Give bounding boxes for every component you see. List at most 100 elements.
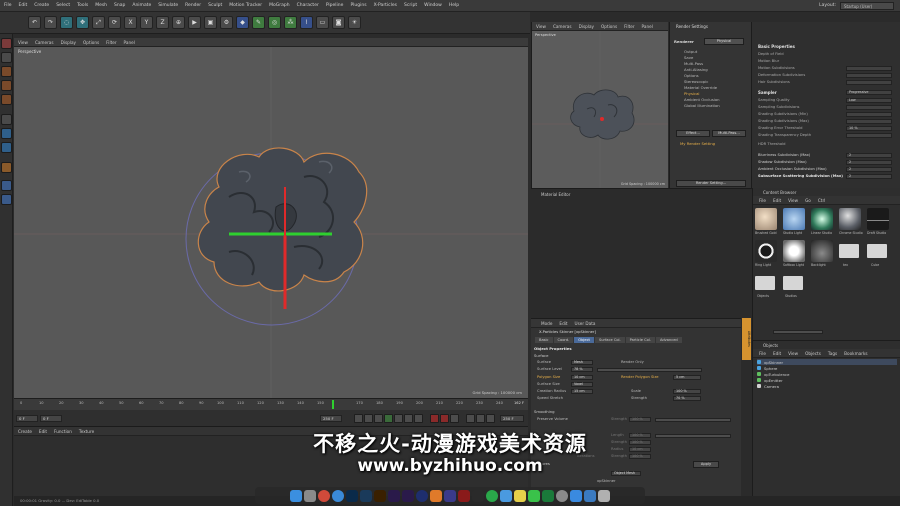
- smoothing-strength2-field[interactable]: 100 %: [629, 440, 651, 445]
- deformer-icon[interactable]: ⌇: [300, 16, 313, 29]
- play-icon[interactable]: [384, 414, 393, 423]
- go-end-icon[interactable]: [414, 414, 423, 423]
- coordinate-icon[interactable]: ⊕: [172, 16, 185, 29]
- smoothing-radius-field[interactable]: 10 cm: [629, 447, 651, 452]
- move-icon[interactable]: ✥: [76, 16, 89, 29]
- redo-icon[interactable]: ↷: [44, 16, 57, 29]
- object-row-xpskinner[interactable]: xpSkinner: [757, 359, 897, 365]
- thumb-ring-light[interactable]: [755, 240, 777, 262]
- app-store-icon[interactable]: [570, 489, 582, 502]
- texture-mode-icon[interactable]: [1, 52, 12, 63]
- array-icon[interactable]: ⁂: [284, 16, 297, 29]
- next-key-icon[interactable]: [404, 414, 413, 423]
- keyframe-selection-icon[interactable]: [450, 414, 459, 423]
- thumbnail-size-slider[interactable]: [773, 330, 823, 334]
- smoothing-strength-slider[interactable]: [655, 418, 731, 422]
- v2-menu-panel[interactable]: Panel: [642, 24, 653, 29]
- tab-basic[interactable]: Basic: [535, 337, 553, 343]
- mm-menu-edit[interactable]: Edit: [39, 429, 47, 434]
- menu-character[interactable]: Character: [297, 3, 319, 8]
- photoshop-icon[interactable]: [346, 489, 358, 502]
- tab-object[interactable]: Object: [574, 337, 594, 343]
- v2-menu-filter[interactable]: Filter: [624, 24, 634, 29]
- thumb-brushed-gold[interactable]: [755, 208, 777, 230]
- polygon-size-field[interactable]: 10 cm: [571, 375, 593, 380]
- folder-studios[interactable]: [783, 276, 803, 290]
- rp-row-field[interactable]: [846, 112, 892, 117]
- mm-menu-create[interactable]: Create: [18, 429, 32, 434]
- menu-simulate[interactable]: Simulate: [158, 3, 178, 8]
- v2-menu-view[interactable]: View: [536, 24, 546, 29]
- menu-file[interactable]: File: [4, 3, 12, 8]
- render-view-icon[interactable]: ▶: [188, 16, 201, 29]
- smoothing-length-field[interactable]: 100 %: [629, 433, 651, 438]
- surface-section[interactable]: Surface: [534, 353, 548, 358]
- menu-window[interactable]: Window: [424, 3, 442, 8]
- timeline-ruler[interactable]: 0 10 20 30 40 50 60 70 80 90 100 110 120…: [14, 399, 528, 410]
- start-frame-field[interactable]: 0 F: [16, 415, 38, 422]
- attr-menu-userdata[interactable]: User Data: [575, 321, 596, 326]
- render-polygon-size-field[interactable]: 5 cm: [673, 375, 701, 380]
- trash-icon[interactable]: [598, 489, 610, 502]
- rs-item-options[interactable]: Options: [684, 73, 699, 78]
- model-mode-icon[interactable]: [1, 38, 12, 49]
- finder2-icon[interactable]: [500, 489, 512, 502]
- scale-icon[interactable]: ⤢: [92, 16, 105, 29]
- tweak-mode-icon[interactable]: [1, 128, 12, 139]
- surface-dropdown[interactable]: Mesh: [571, 360, 593, 365]
- redshift-icon[interactable]: [458, 489, 470, 502]
- z-axis-icon[interactable]: Z: [156, 16, 169, 29]
- menu-plugins[interactable]: Plugins: [350, 3, 366, 8]
- menu-x-particles[interactable]: X-Particles: [374, 3, 397, 8]
- vp-menu-view[interactable]: View: [18, 40, 28, 45]
- points-mode-icon[interactable]: [1, 66, 12, 77]
- rp-row-field[interactable]: 2: [846, 167, 892, 172]
- menu-render[interactable]: Render: [185, 3, 201, 8]
- rs-item-physical[interactable]: Physical: [684, 91, 699, 96]
- blender-icon[interactable]: [430, 489, 442, 502]
- autokey-icon[interactable]: [440, 414, 449, 423]
- workplane-icon[interactable]: [1, 162, 12, 173]
- motion-subdivisions-field[interactable]: [846, 66, 892, 71]
- surface-level-slider[interactable]: [597, 368, 702, 372]
- after-effects-icon[interactable]: [388, 489, 400, 502]
- thumb-chrome-studio[interactable]: [839, 208, 861, 230]
- menu-mograph[interactable]: MoGraph: [269, 3, 289, 8]
- rs-item-save[interactable]: Save: [684, 55, 693, 60]
- vp-menu-panel[interactable]: Panel: [124, 40, 135, 45]
- my-render-setting[interactable]: My Render Setting: [680, 141, 715, 146]
- prev-frame-icon[interactable]: [374, 414, 383, 423]
- v2-menu-display[interactable]: Display: [579, 24, 594, 29]
- surface-size-dropdown[interactable]: Voxel: [571, 382, 593, 387]
- menu-tools[interactable]: Tools: [77, 3, 88, 8]
- sampling-quality-dropdown[interactable]: Low: [846, 98, 892, 103]
- effect-button[interactable]: Effect...: [676, 130, 710, 137]
- apply-button[interactable]: Apply: [693, 461, 719, 468]
- render-setting-button[interactable]: Render Setting...: [676, 180, 746, 187]
- rp-row-field[interactable]: 2: [846, 160, 892, 165]
- cb-menu-ctrl[interactable]: Ctrl: [818, 198, 825, 203]
- folder-cube[interactable]: [867, 244, 887, 258]
- multipass-button[interactable]: Multi-Pass...: [712, 130, 746, 137]
- menu-animate[interactable]: Animate: [132, 3, 151, 8]
- premiere-icon[interactable]: [402, 489, 414, 502]
- rs-item-multipass[interactable]: Multi-Pass: [684, 61, 703, 66]
- snap-icon[interactable]: [1, 142, 12, 153]
- attr-menu-edit[interactable]: Edit: [559, 321, 567, 326]
- menu-pipeline[interactable]: Pipeline: [326, 3, 344, 8]
- thumb-backlight[interactable]: [811, 240, 833, 262]
- spline-pen-icon[interactable]: ✎: [252, 16, 265, 29]
- playhead[interactable]: [332, 400, 334, 409]
- safari-icon[interactable]: [332, 489, 344, 502]
- rp-row-field[interactable]: 2: [846, 153, 892, 158]
- settings-icon[interactable]: [556, 489, 568, 502]
- rotation-key-icon[interactable]: [486, 414, 495, 423]
- vp-menu-cameras[interactable]: Cameras: [35, 40, 54, 45]
- polygons-mode-icon[interactable]: [1, 94, 12, 105]
- cb-menu-file[interactable]: File: [759, 198, 766, 203]
- attr-menu-mode[interactable]: Mode: [541, 321, 552, 326]
- shading-error-field[interactable]: 10 %: [846, 126, 892, 131]
- sampler-dropdown[interactable]: Progressive: [846, 90, 892, 95]
- cb-menu-edit[interactable]: Edit: [773, 198, 781, 203]
- om-menu-bookmarks[interactable]: Bookmarks: [844, 351, 867, 356]
